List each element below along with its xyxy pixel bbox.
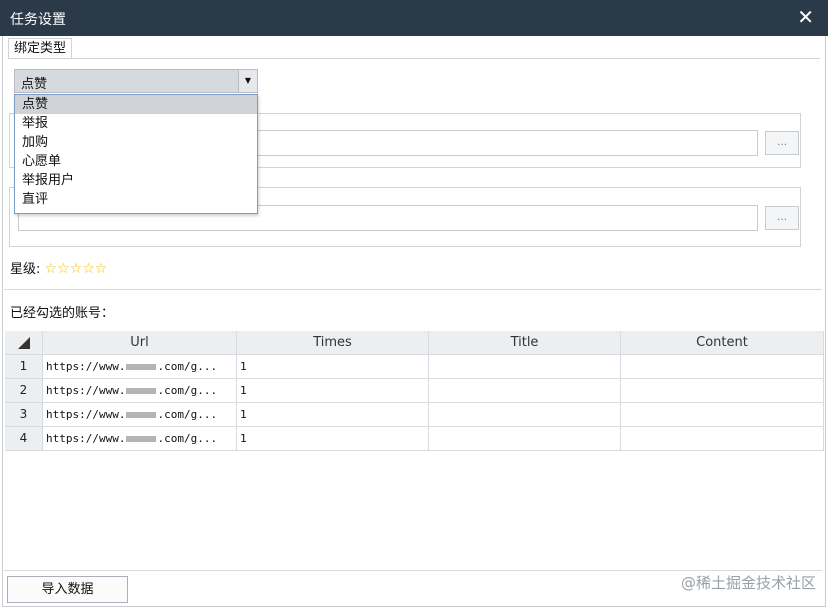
url-prefix: https://www. xyxy=(46,360,126,373)
column-header-url[interactable]: Url xyxy=(43,331,237,355)
star-rating[interactable]: ☆☆☆☆☆ xyxy=(45,261,108,277)
dropdown-option[interactable]: 举报用户 xyxy=(15,171,257,190)
url-prefix: https://www. xyxy=(46,408,126,421)
bind-type-tab[interactable]: 绑定类型 xyxy=(8,38,73,59)
star-icon[interactable]: ☆ xyxy=(95,261,108,277)
column-header-times[interactable]: Times xyxy=(237,331,429,355)
bind-type-dropdown: 点赞 举报 加购 心愿单 举报用户 直评 xyxy=(14,94,258,214)
divider xyxy=(4,289,822,290)
times-cell[interactable]: 1 xyxy=(237,403,429,427)
title-cell[interactable] xyxy=(429,427,621,451)
title-cell[interactable] xyxy=(429,355,621,379)
row-number[interactable]: 4 xyxy=(5,427,43,451)
star-icon[interactable]: ☆ xyxy=(70,261,83,277)
times-cell[interactable]: 1 xyxy=(237,355,429,379)
column-header-content[interactable]: Content xyxy=(621,331,824,355)
star-icon[interactable]: ☆ xyxy=(57,261,70,277)
redacted-blur xyxy=(126,412,157,418)
rating-label: 星级: xyxy=(10,262,41,277)
row-number[interactable]: 2 xyxy=(5,379,43,403)
url-cell[interactable]: https://www. .com/g... xyxy=(43,427,237,451)
corner-cell[interactable] xyxy=(5,331,43,355)
url-cell[interactable]: https://www. .com/g... xyxy=(43,379,237,403)
rating-row: 星级: ☆☆☆☆☆ xyxy=(10,258,107,277)
times-cell[interactable]: 1 xyxy=(237,427,429,451)
row-number[interactable]: 1 xyxy=(5,355,43,379)
dropdown-option[interactable]: 心愿单 xyxy=(15,152,257,171)
content-cell[interactable] xyxy=(621,379,824,403)
url-cell[interactable]: https://www. .com/g... xyxy=(43,355,237,379)
browse-button-1[interactable]: … xyxy=(765,131,799,155)
dropdown-option[interactable]: 直评 xyxy=(15,190,257,209)
url-prefix: https://www. xyxy=(46,384,126,397)
url-suffix: .com/g... xyxy=(157,360,218,373)
url-suffix: .com/g... xyxy=(157,408,218,421)
url-suffix: .com/g... xyxy=(157,432,218,445)
bind-type-select[interactable]: 点赞 ▼ xyxy=(14,69,258,93)
url-suffix: .com/g... xyxy=(157,384,218,397)
content-cell[interactable] xyxy=(621,427,824,451)
row-number[interactable]: 3 xyxy=(5,403,43,427)
content-cell[interactable] xyxy=(621,355,824,379)
title-cell[interactable] xyxy=(429,403,621,427)
redacted-blur xyxy=(126,388,157,394)
times-cell[interactable]: 1 xyxy=(237,379,429,403)
star-icon[interactable]: ☆ xyxy=(82,261,95,277)
url-prefix: https://www. xyxy=(46,432,126,445)
column-header-title[interactable]: Title xyxy=(429,331,621,355)
star-icon[interactable]: ☆ xyxy=(45,261,58,277)
window-title: 任务设置 xyxy=(10,12,66,28)
bind-type-value: 点赞 xyxy=(21,77,48,92)
redacted-blur xyxy=(126,364,157,370)
chevron-down-icon[interactable]: ▼ xyxy=(238,70,257,92)
title-cell[interactable] xyxy=(429,379,621,403)
browse-button-2[interactable]: … xyxy=(765,206,799,230)
dropdown-option[interactable]: 点赞 xyxy=(15,95,257,114)
footer-divider xyxy=(4,570,822,571)
selected-accounts-label: 已经勾选的账号： xyxy=(10,306,115,321)
import-data-button[interactable]: 导入数据 xyxy=(7,576,128,603)
title-bar: 任务设置 ✕ xyxy=(0,0,828,36)
group-divider xyxy=(8,58,820,59)
watermark: @稀土掘金技术社区 xyxy=(680,574,816,592)
redacted-blur xyxy=(126,436,157,442)
select-all-icon xyxy=(17,336,30,349)
url-cell[interactable]: https://www. .com/g... xyxy=(43,403,237,427)
close-icon[interactable]: ✕ xyxy=(797,5,814,29)
content-cell[interactable] xyxy=(621,403,824,427)
dropdown-option[interactable]: 加购 xyxy=(15,133,257,152)
dropdown-option[interactable]: 举报 xyxy=(15,114,257,133)
